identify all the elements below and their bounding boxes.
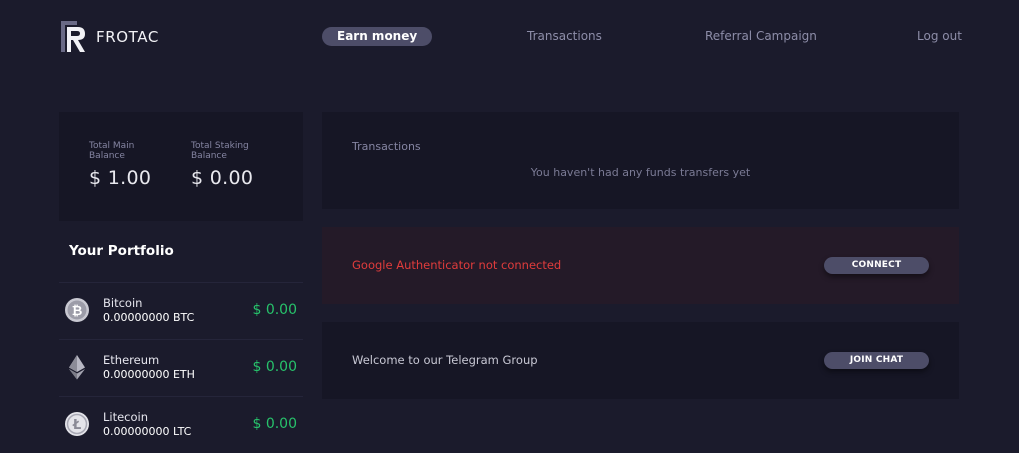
brand-name: FROTAC <box>96 27 159 46</box>
top-navigation: FROTAC Earn money Transactions Referral … <box>0 0 1019 75</box>
staking-balance-label: Total Staking Balance <box>191 141 249 161</box>
ethereum-icon <box>69 355 85 380</box>
balance-card: Total Main Balance $ 1.00 Total Staking … <box>59 112 303 221</box>
google-authenticator-alert: Google Authenticator not connected CONNE… <box>322 227 959 304</box>
telegram-panel: Welcome to our Telegram Group JOIN CHAT <box>322 322 959 399</box>
asset-name: Litecoin <box>103 410 149 424</box>
join-chat-button[interactable]: JOIN CHAT <box>824 352 929 369</box>
staking-balance: Total Staking Balance $ 0.00 <box>191 141 261 189</box>
asset-value: $ 0.00 <box>252 359 297 375</box>
staking-balance-value: $ 0.00 <box>191 167 254 189</box>
telegram-message: Welcome to our Telegram Group <box>352 353 538 367</box>
nav-earn-money[interactable]: Earn money <box>322 27 433 46</box>
authenticator-warning: Google Authenticator not connected <box>352 258 562 272</box>
portfolio-title: Your Portfolio <box>69 243 174 259</box>
transactions-panel: Transactions You haven't had any funds t… <box>322 112 959 209</box>
litecoin-icon: Ł <box>65 412 89 436</box>
logo-icon <box>61 21 85 52</box>
connect-button[interactable]: CONNECT <box>824 257 929 274</box>
nav-referral-campaign[interactable]: Referral Campaign <box>705 27 817 46</box>
asset-row-litecoin[interactable]: Ł Litecoin 0.00000000 LTC $ 0.00 <box>59 396 303 453</box>
brand-logo[interactable]: FROTAC <box>61 21 159 52</box>
svg-text:₿: ₿ <box>72 304 83 319</box>
asset-row-bitcoin[interactable]: ₿ Bitcoin 0.00000000 BTC $ 0.00 <box>59 282 303 339</box>
asset-amount: 0.00000000 LTC <box>103 425 192 438</box>
asset-row-ethereum[interactable]: Ethereum 0.00000000 ETH $ 0.00 <box>59 339 303 396</box>
transactions-title: Transactions <box>352 140 421 153</box>
svg-text:Ł: Ł <box>72 418 81 433</box>
nav-log-out[interactable]: Log out <box>917 27 962 46</box>
nav-transactions[interactable]: Transactions <box>527 27 602 46</box>
asset-value: $ 0.00 <box>252 416 297 432</box>
asset-amount: 0.00000000 BTC <box>103 311 195 324</box>
bitcoin-icon: ₿ <box>65 298 89 322</box>
main-balance-label: Total Main Balance <box>89 141 135 161</box>
transactions-empty-message: You haven't had any funds transfers yet <box>530 166 751 179</box>
main-balance: Total Main Balance $ 1.00 <box>89 141 159 189</box>
asset-name: Ethereum <box>103 353 160 367</box>
asset-value: $ 0.00 <box>252 302 297 318</box>
asset-name: Bitcoin <box>103 296 143 310</box>
main-balance-value: $ 1.00 <box>89 167 152 189</box>
asset-amount: 0.00000000 ETH <box>103 368 195 381</box>
